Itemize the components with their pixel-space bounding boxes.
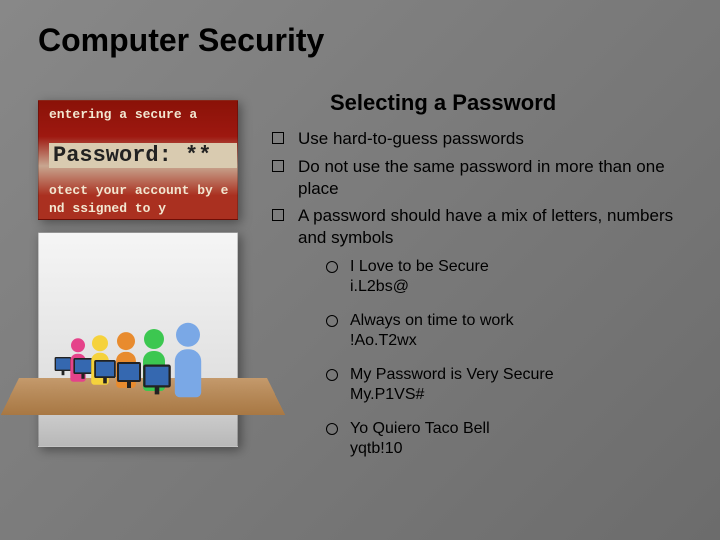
image-column: entering a secure a Password: ** otect y… bbox=[0, 80, 250, 540]
bullet-item: Use hard-to-guess passwords bbox=[270, 128, 690, 156]
example-code: i.L2bs@ bbox=[350, 277, 690, 297]
main-bullet-list: Use hard-to-guess passwords Do not use t… bbox=[270, 128, 690, 479]
img1-line3: otect your account by e bbox=[49, 183, 228, 198]
example-item: My Password is Very Secure My.P1VS# bbox=[326, 365, 690, 419]
bullet-item: A password should have a mix of letters,… bbox=[270, 205, 690, 479]
img1-line4: nd ssigned to y bbox=[49, 201, 166, 216]
example-phrase: My Password is Very Secure bbox=[350, 366, 554, 383]
img1-line1: entering a secure a bbox=[49, 107, 197, 122]
bullet-text: Use hard-to-guess passwords bbox=[298, 129, 524, 148]
example-phrase: Yo Quiero Taco Bell bbox=[350, 420, 490, 437]
example-code: !Ao.T2wx bbox=[350, 331, 690, 351]
bullet-text: Do not use the same password in more tha… bbox=[298, 157, 665, 198]
example-item: I Love to be Secure i.L2bs@ bbox=[326, 257, 690, 311]
example-code: My.P1VS# bbox=[350, 385, 690, 405]
text-column: Selecting a Password Use hard-to-guess p… bbox=[250, 80, 720, 540]
example-item: Always on time to work !Ao.T2wx bbox=[326, 311, 690, 365]
example-item: Yo Quiero Taco Bell yqtb!10 bbox=[326, 419, 690, 473]
section-subtitle: Selecting a Password bbox=[330, 90, 690, 116]
example-phrase: Always on time to work bbox=[350, 312, 514, 329]
password-prompt-image: entering a secure a Password: ** otect y… bbox=[38, 100, 238, 220]
computer-users-image bbox=[38, 232, 238, 447]
slide-title: Computer Security bbox=[0, 0, 720, 59]
img1-line2: Password: ** bbox=[49, 143, 238, 168]
bullet-text: A password should have a mix of letters,… bbox=[298, 206, 673, 247]
example-code: yqtb!10 bbox=[350, 439, 690, 459]
bullet-item: Do not use the same password in more tha… bbox=[270, 156, 690, 206]
example-phrase: I Love to be Secure bbox=[350, 258, 489, 275]
content-area: entering a secure a Password: ** otect y… bbox=[0, 80, 720, 540]
example-list: I Love to be Secure i.L2bs@ Always on ti… bbox=[298, 257, 690, 473]
